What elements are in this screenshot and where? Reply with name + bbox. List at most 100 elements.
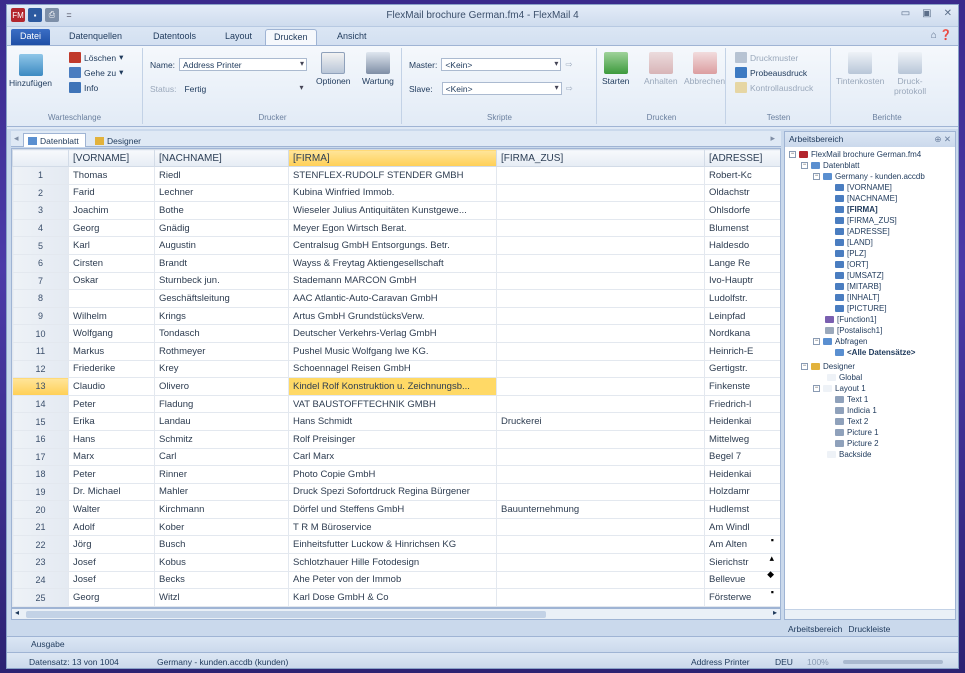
table-row[interactable]: 18 Peter Rinner Photo Copie GmbH Heidenkai (12, 465, 780, 484)
table-cell[interactable]: Bothe (154, 201, 289, 220)
table-cell[interactable] (496, 166, 705, 185)
table-cell[interactable]: Kobus (154, 553, 289, 572)
table-cell[interactable]: Blumenst (704, 218, 780, 238)
table-cell[interactable]: Bauunternehmung (496, 500, 705, 519)
tree-layout-item[interactable]: Text 2 (835, 417, 868, 426)
table-cell[interactable] (496, 535, 705, 555)
collapse-icon[interactable]: − (813, 338, 820, 345)
table-cell[interactable]: Schmitz (154, 429, 289, 449)
table-cell[interactable]: Oldachstr (704, 183, 780, 203)
row-number[interactable]: 21 (12, 517, 69, 537)
collapse-icon[interactable]: − (813, 385, 820, 392)
tree-field[interactable]: [INHALT] (835, 293, 879, 302)
table-cell[interactable]: Holzdamr (704, 482, 780, 502)
table-cell[interactable]: Am Alten (704, 535, 780, 555)
table-cell[interactable]: Georg (68, 588, 155, 607)
table-cell[interactable]: Meyer Egon Wirtsch Berat. (288, 218, 497, 238)
scroll-marker-icon[interactable]: ▴ (769, 553, 774, 564)
table-row[interactable]: 10 Wolfgang Tondasch Deutscher Verkehrs-Ver… (12, 324, 780, 343)
table-row[interactable]: 17 Marx Carl Carl Marx Begel 7 (12, 447, 780, 467)
table-cell[interactable]: Artus GmbH GrundstücksVerw. (288, 306, 497, 326)
table-cell[interactable]: Nordkana (704, 324, 780, 343)
tab-arbeitsbereich[interactable]: Arbeitsbereich (788, 624, 842, 634)
test-print-button[interactable]: Probeausdruck (735, 67, 807, 78)
table-cell[interactable]: Wolfgang (68, 324, 155, 343)
status-language[interactable]: DEU (775, 657, 793, 667)
add-button[interactable]: Hinzufügen (9, 54, 52, 88)
table-cell[interactable]: Busch (154, 535, 289, 555)
table-cell[interactable]: Schoennagel Reisen GmbH (288, 359, 497, 379)
table-cell[interactable] (496, 201, 705, 220)
table-cell[interactable]: Oskar (68, 271, 155, 291)
table-cell[interactable] (496, 447, 705, 467)
tab-datei[interactable]: Datei (11, 29, 51, 45)
row-number[interactable]: 19 (12, 482, 69, 502)
table-cell[interactable] (496, 341, 705, 361)
table-row[interactable]: 13 Claudio Olivero Kindel Rolf Konstruktion… (12, 377, 780, 396)
tree-queries[interactable]: − Abfragen (813, 337, 867, 346)
table-row[interactable]: 6 Cirsten Brandt Wayss & Freytag Aktiengese… (12, 253, 780, 273)
maintenance-button[interactable]: Wartung (362, 52, 394, 86)
minimize-icon[interactable]: ▭ (901, 8, 910, 19)
table-cell[interactable]: Kirchmann (154, 500, 289, 519)
tab-druckleiste[interactable]: Druckleiste (848, 624, 890, 634)
table-row[interactable]: 11 Markus Rothmeyer Pushel Music Wolfgang I… (12, 341, 780, 361)
table-cell[interactable]: Kubina Winfried Immob. (288, 183, 497, 203)
table-cell[interactable]: Gertigstr. (704, 359, 780, 379)
tree-field[interactable]: [ADRESSE] (835, 227, 890, 236)
table-cell[interactable] (496, 183, 705, 203)
table-cell[interactable] (496, 429, 705, 449)
table-cell[interactable]: Heidenkai (704, 412, 780, 431)
table-cell[interactable]: Einheitsfutter Luckow & Hinrichsen KG (288, 535, 497, 555)
tree-field[interactable]: [NACHNAME] (835, 194, 897, 203)
table-cell[interactable] (68, 289, 155, 308)
table-cell[interactable] (496, 394, 705, 414)
tree-all-records[interactable]: <Alle Datensätze> (835, 348, 915, 357)
tree-field[interactable]: [LAND] (835, 238, 873, 247)
cancel-button[interactable]: Abbrechen (684, 52, 725, 86)
table-cell[interactable]: Gnädig (154, 218, 289, 238)
row-number[interactable]: 23 (12, 553, 69, 572)
tree-function[interactable]: [Function1] (825, 315, 877, 324)
control-print-button[interactable]: Kontrollausdruck (735, 82, 813, 93)
tree-field[interactable]: [FIRMA_ZUS] (835, 216, 897, 225)
output-panel-tab[interactable]: Ausgabe (7, 636, 958, 652)
pin-icon[interactable]: ⊕ ✕ (934, 134, 951, 145)
row-number[interactable]: 4 (12, 218, 69, 238)
table-row[interactable]: 8 Geschäftsleitung AAC Atlantic-Auto-Carav… (12, 289, 780, 308)
table-row[interactable]: 9 Wilhelm Krings Artus GmbH GrundstücksVerw… (12, 306, 780, 326)
scroll-left-icon[interactable]: ◂ (15, 608, 19, 617)
table-cell[interactable]: VAT BAUSTOFFTECHNIK GMBH (288, 394, 497, 414)
table-cell[interactable]: Kindel Rolf Konstruktion u. Zeichnungsb.… (288, 377, 497, 396)
scroll-marker-icon[interactable]: ▪ (771, 535, 774, 545)
table-cell[interactable]: Witzl (154, 588, 289, 607)
table-cell[interactable]: Hudlemst (704, 500, 780, 519)
column-header[interactable]: [FIRMA_ZUS] (496, 149, 705, 167)
table-cell[interactable] (496, 465, 705, 484)
table-cell[interactable] (496, 289, 705, 308)
ink-cost-button[interactable]: Tintenkosten (836, 52, 884, 86)
printer-name-select[interactable]: Address Printer (179, 58, 308, 71)
row-number[interactable]: 11 (12, 341, 69, 361)
scroll-marker-icon[interactable]: ◆ (767, 569, 774, 580)
table-cell[interactable]: Cirsten (68, 253, 155, 273)
row-number[interactable]: 14 (12, 394, 69, 414)
zoom-slider[interactable] (843, 660, 943, 664)
tree-datenblatt[interactable]: − Datenblatt (801, 161, 859, 170)
table-row[interactable]: 23 Josef Kobus Schlotzhauer Hille Fotodesig… (12, 553, 780, 572)
table-cell[interactable]: Georg (68, 218, 155, 238)
slave-select[interactable]: <Kein> (441, 82, 562, 95)
table-row[interactable]: 14 Peter Fladung VAT BAUSTOFFTECHNIK GMBH Fr… (12, 394, 780, 414)
row-number[interactable]: 10 (12, 324, 69, 343)
row-number[interactable]: 2 (12, 183, 69, 203)
table-cell[interactable] (496, 271, 705, 291)
table-cell[interactable]: Ludolfstr. (704, 289, 780, 308)
table-cell[interactable]: Becks (154, 570, 289, 590)
table-cell[interactable]: Joachim (68, 201, 155, 220)
table-row[interactable]: 3 Joachim Bothe Wieseler Julius Antiquitäte… (12, 201, 780, 220)
table-cell[interactable]: Markus (68, 341, 155, 361)
tree-field[interactable]: [PLZ] (835, 249, 866, 258)
table-cell[interactable] (496, 377, 705, 396)
row-number[interactable]: 20 (12, 500, 69, 519)
column-header[interactable]: [FIRMA] (288, 149, 497, 167)
